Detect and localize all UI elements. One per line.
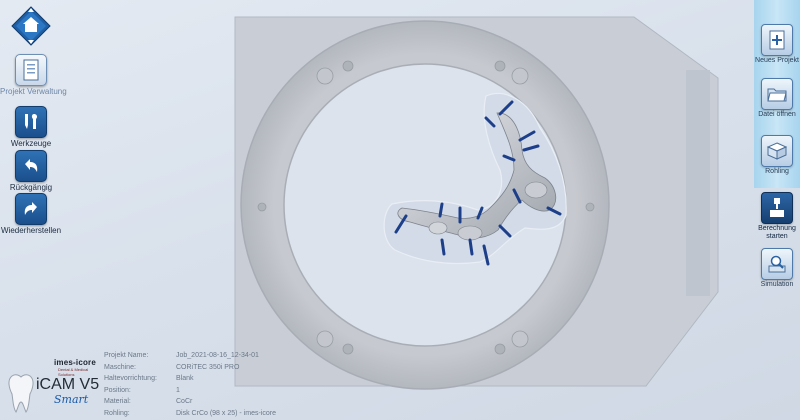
blank-button[interactable]: Rohling bbox=[754, 135, 800, 176]
product-name: iCAM V5 bbox=[36, 376, 100, 393]
product-logo: imes-icore Dental & Medical Solutions iC… bbox=[6, 358, 100, 416]
redo-button[interactable]: Wiederherstellen bbox=[0, 193, 62, 235]
redo-label: Wiederherstellen bbox=[0, 226, 62, 235]
project-info-panel: Projekt Name: Job_2021-08-16_12-34-01 Mas… bbox=[104, 350, 276, 419]
right-toolbar: Neues Projekt Datei öffnen Rohling Berec… bbox=[754, 0, 800, 420]
redo-arrow-icon bbox=[15, 193, 47, 225]
new-project-button[interactable]: Neues Projekt bbox=[754, 24, 800, 65]
new-document-icon bbox=[761, 24, 793, 56]
left-toolbar: Projekt Verwaltung Werkzeuge Rückgängig … bbox=[0, 0, 67, 420]
info-row: Rohling: Disk CrCo (98 x 25) - imes-icore bbox=[104, 409, 276, 417]
project-management-label: Projekt Verwaltung bbox=[0, 87, 67, 96]
project-management-button[interactable]: Projekt Verwaltung bbox=[0, 54, 67, 96]
undo-arrow-icon bbox=[15, 150, 47, 182]
new-project-label: Neues Projekt bbox=[755, 57, 799, 64]
tooth-logo-icon bbox=[8, 374, 34, 413]
tools-button[interactable]: Werkzeuge bbox=[0, 106, 62, 148]
mill-tool-icon bbox=[761, 192, 793, 224]
simulation-magnifier-icon bbox=[761, 248, 793, 280]
home-icon[interactable] bbox=[11, 6, 51, 46]
info-row: Haltevorrichtung: Blank bbox=[104, 375, 194, 382]
blank-box-icon bbox=[761, 135, 793, 167]
blank-label: Rohling bbox=[765, 168, 789, 175]
open-file-label: Datei öffnen bbox=[758, 111, 796, 118]
open-file-button[interactable]: Datei öffnen bbox=[754, 78, 800, 119]
wrench-screwdriver-icon bbox=[15, 106, 47, 138]
folder-icon bbox=[761, 78, 793, 110]
product-edition: Smart bbox=[54, 393, 89, 406]
undo-button[interactable]: Rückgängig bbox=[0, 150, 62, 192]
start-calculation-button[interactable]: Berechnung starten bbox=[754, 192, 800, 241]
project-document-icon bbox=[15, 54, 47, 86]
info-row: Position: 1 bbox=[104, 386, 180, 394]
tools-label: Werkzeuge bbox=[10, 139, 52, 148]
info-row: Projekt Name: Job_2021-08-16_12-34-01 bbox=[104, 352, 259, 359]
brand-name: imes-icore bbox=[54, 358, 97, 367]
info-row: Material: CoCr bbox=[104, 398, 193, 405]
simulation-button[interactable]: Simulation bbox=[754, 248, 800, 289]
info-row: Maschine: CORiTEC 350i PRO bbox=[104, 363, 240, 371]
housing-panel bbox=[686, 70, 710, 296]
undo-label: Rückgängig bbox=[9, 183, 53, 192]
start-calculation-label: Berechnung starten bbox=[758, 225, 796, 240]
simulation-label: Simulation bbox=[760, 281, 794, 288]
